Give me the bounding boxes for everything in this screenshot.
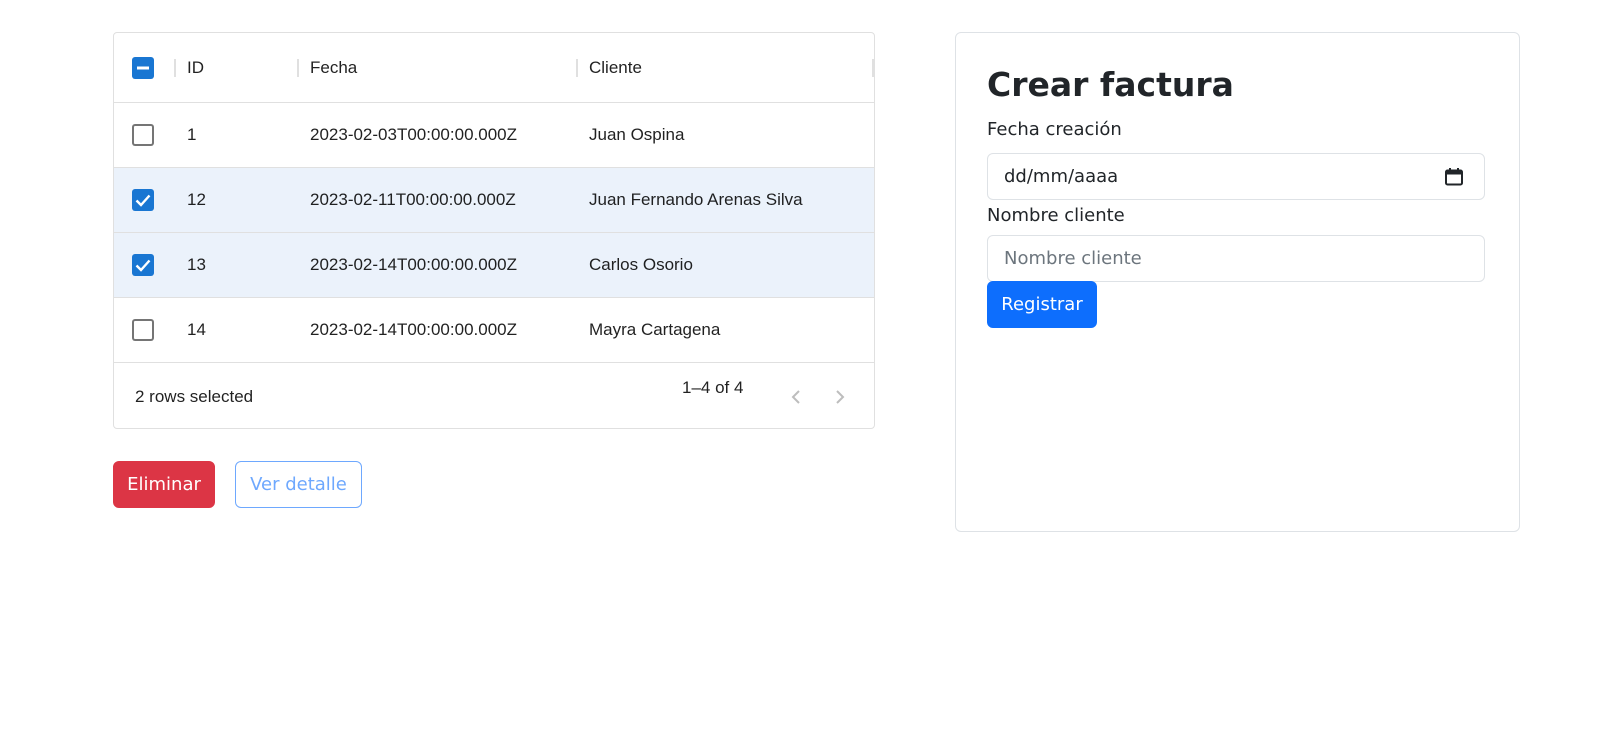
cell-fecha: 2023-02-03T00:00:00.000Z <box>310 125 517 144</box>
column-header-fecha[interactable]: Fecha <box>310 33 357 102</box>
row-checkbox[interactable] <box>132 254 154 276</box>
column-separator[interactable] <box>297 59 299 77</box>
pagination-info: 1–4 of 4 <box>682 378 744 397</box>
column-separator[interactable] <box>174 59 176 77</box>
cell-fecha: 2023-02-11T00:00:00.000Z <box>310 190 516 209</box>
row-checkbox[interactable] <box>132 189 154 211</box>
create-invoice-card: Crear factura Fecha creación dd/mm/aaaa … <box>955 32 1520 532</box>
client-label: Nombre cliente <box>987 205 1125 226</box>
column-separator[interactable] <box>576 59 578 77</box>
date-label: Fecha creación <box>987 119 1122 140</box>
calendar-icon[interactable] <box>1444 167 1464 187</box>
invoice-data-grid: ID Fecha Cliente 1 2023-02-03T00:00:00.0… <box>113 32 875 429</box>
cell-id: 13 <box>187 255 206 274</box>
column-separator[interactable] <box>872 59 874 77</box>
grid-header: ID Fecha Cliente <box>114 33 874 103</box>
cell-fecha: 2023-02-14T00:00:00.000Z <box>310 255 517 274</box>
checkbox-checked-icon <box>135 259 151 272</box>
cell-cliente: Carlos Osorio <box>589 255 693 274</box>
row-checkbox[interactable] <box>132 319 154 341</box>
delete-button[interactable]: Eliminar <box>113 461 215 508</box>
table-row[interactable]: 1 2023-02-03T00:00:00.000Z Juan Ospina <box>114 103 874 168</box>
previous-page-button[interactable] <box>784 385 808 409</box>
register-button[interactable]: Registrar <box>987 281 1097 328</box>
cell-cliente: Mayra Cartagena <box>589 320 721 339</box>
cell-cliente: Juan Ospina <box>589 125 685 144</box>
row-checkbox[interactable] <box>132 124 154 146</box>
cell-fecha: 2023-02-14T00:00:00.000Z <box>310 320 517 339</box>
cell-id: 1 <box>187 125 197 144</box>
column-header-id[interactable]: ID <box>187 33 204 102</box>
selected-row-count: 2 rows selected <box>135 387 254 406</box>
column-header-cliente[interactable]: Cliente <box>589 33 642 102</box>
table-row[interactable]: 13 2023-02-14T00:00:00.000Z Carlos Osori… <box>114 233 874 298</box>
date-field[interactable]: dd/mm/aaaa <box>987 153 1485 200</box>
chevron-right-icon <box>836 390 845 404</box>
date-value: dd/mm/aaaa <box>1004 166 1119 187</box>
client-name-placeholder: Nombre cliente <box>1004 248 1142 269</box>
checkbox-indeterminate-icon <box>137 66 149 70</box>
client-name-input[interactable]: Nombre cliente <box>987 235 1485 282</box>
table-row[interactable]: 14 2023-02-14T00:00:00.000Z Mayra Cartag… <box>114 298 874 363</box>
table-row[interactable]: 12 2023-02-11T00:00:00.000Z Juan Fernand… <box>114 168 874 233</box>
checkbox-checked-icon <box>135 194 151 207</box>
cell-id: 12 <box>187 190 206 209</box>
view-detail-button[interactable]: Ver detalle <box>235 461 362 508</box>
chevron-left-icon <box>791 390 800 404</box>
grid-footer: 2 rows selected 1–4 of 4 <box>114 365 874 429</box>
cell-cliente: Juan Fernando Arenas Silva <box>589 190 803 209</box>
next-page-button[interactable] <box>828 385 852 409</box>
form-title: Crear factura <box>987 65 1234 104</box>
select-all-checkbox[interactable] <box>132 57 154 79</box>
cell-id: 14 <box>187 320 206 339</box>
